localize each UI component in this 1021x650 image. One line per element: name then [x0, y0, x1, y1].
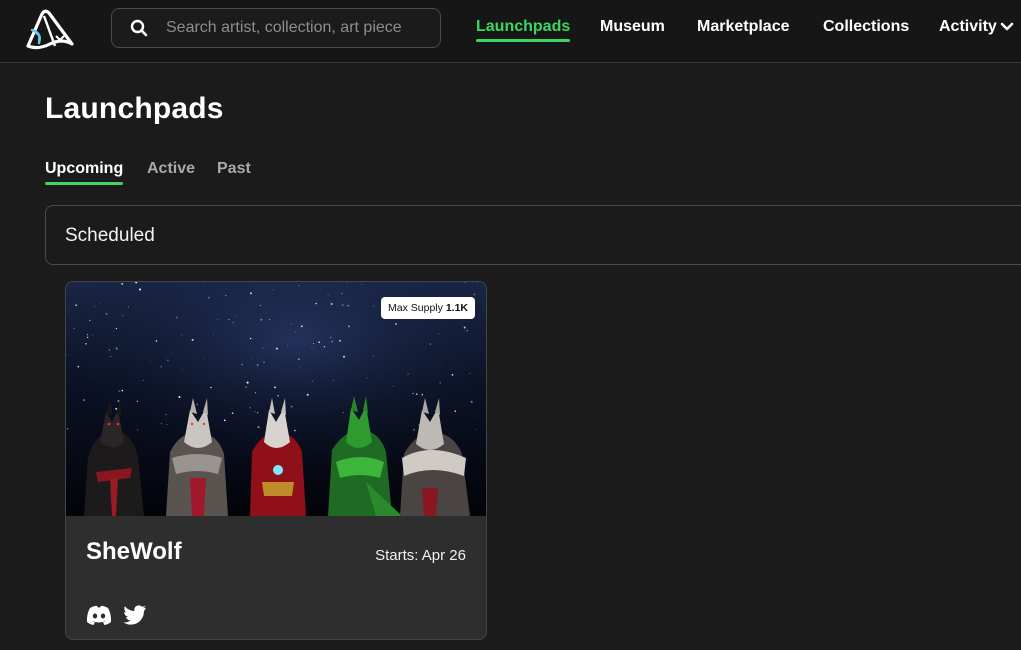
section-label: Scheduled	[65, 225, 155, 246]
search-box[interactable]	[111, 8, 441, 48]
chevron-down-icon	[1000, 22, 1014, 31]
max-supply-badge: Max Supply 1.1K	[381, 297, 475, 319]
collection-title[interactable]: SheWolf	[86, 538, 182, 566]
scheduled-section-header[interactable]: Scheduled	[45, 205, 1021, 265]
page-title: Launchpads	[45, 92, 224, 125]
nav-activity-label: Activity	[939, 18, 997, 35]
nav-activity[interactable]: Activity	[939, 18, 1014, 36]
discord-icon[interactable]	[86, 604, 112, 626]
tab-active[interactable]: Active	[147, 160, 195, 178]
launchpad-card[interactable]: Max Supply 1.1K SheWolf Starts: Apr 26	[65, 281, 487, 640]
max-supply-label: Max Supply	[388, 302, 443, 314]
tab-upcoming[interactable]: Upcoming	[45, 160, 124, 185]
search-input[interactable]	[166, 19, 436, 37]
nav-launchpads[interactable]: Launchpads	[476, 18, 571, 42]
tab-past[interactable]: Past	[217, 160, 251, 178]
max-supply-value: 1.1K	[445, 302, 468, 314]
start-date: Starts: Apr 26	[375, 547, 466, 564]
nav-collections[interactable]: Collections	[823, 18, 909, 36]
nav-museum[interactable]: Museum	[600, 18, 665, 36]
search-icon	[130, 19, 148, 37]
nav-marketplace[interactable]: Marketplace	[697, 18, 790, 36]
site-logo-icon[interactable]	[22, 6, 76, 52]
twitter-icon[interactable]	[122, 604, 148, 626]
top-bar: Launchpads Museum Marketplace Collection…	[0, 0, 1021, 63]
